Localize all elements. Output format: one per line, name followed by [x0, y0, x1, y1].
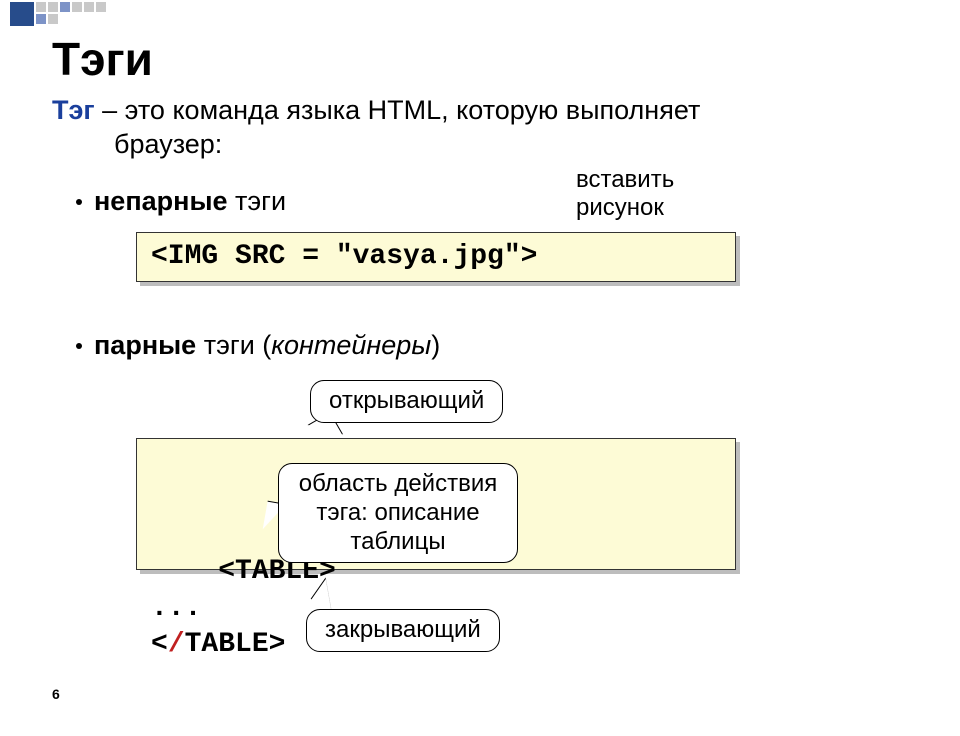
bullet-paired-close: ) [431, 330, 440, 360]
page-number: 6 [52, 686, 60, 702]
code-table-mid: ... [151, 593, 201, 624]
bullet-paired-ital: контейнеры [271, 330, 431, 360]
definition-text: Тэг – это команда языка HTML, которую вы… [52, 94, 700, 162]
bullet-paired-strong: парные [94, 330, 196, 360]
bullet-unpaired-rest: тэги [228, 186, 287, 216]
definition-term: Тэг [52, 95, 95, 125]
bullet-dot-icon [76, 199, 82, 205]
hint-insert-image: вставить рисунок [576, 166, 674, 221]
callout-area: область действия тэга: описание таблицы [278, 463, 518, 563]
code-img-text: <IMG SRC = "vasya.jpg"> [151, 241, 537, 272]
slide-title: Тэги [52, 32, 153, 86]
bullet-dot-icon [76, 343, 82, 349]
bullet-paired-rest: тэги ( [196, 330, 271, 360]
code-table-close-post: TABLE> [185, 629, 286, 660]
bullet-paired: парные тэги (контейнеры) [76, 330, 440, 361]
bullet-unpaired-strong: непарные [94, 186, 228, 216]
code-table-close-pre: < [151, 629, 168, 660]
slide-decoration [0, 0, 960, 28]
callout-opening: открывающий [310, 380, 503, 423]
bullet-unpaired: непарные тэги [76, 186, 286, 217]
code-table-close-slash: / [168, 629, 185, 660]
callout-closing: закрывающий [306, 609, 500, 652]
definition-rest1: – это команда языка HTML, которую выполн… [95, 95, 701, 125]
code-block-img: <IMG SRC = "vasya.jpg"> [136, 232, 736, 282]
definition-rest2: браузер: [114, 129, 222, 159]
